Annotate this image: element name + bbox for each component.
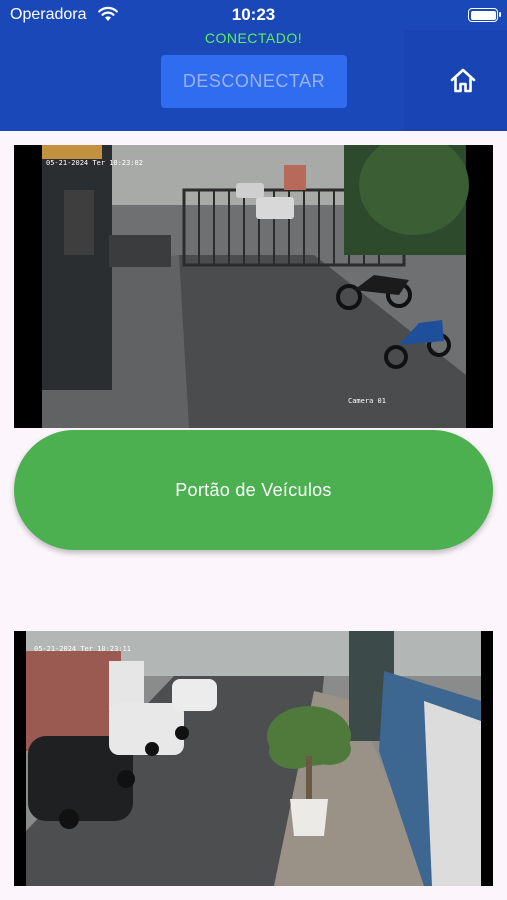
app-header: Operadora 10:23 CONECTADO! DESCONECTAR bbox=[0, 0, 507, 131]
home-icon[interactable] bbox=[448, 66, 478, 96]
status-time: 10:23 bbox=[231, 5, 276, 24]
status-bar: Operadora 10:23 bbox=[0, 0, 507, 30]
camera-1-timestamp: 05-21-2024 Ter 10:23:02 bbox=[46, 159, 143, 167]
vehicle-gate-button[interactable]: Portão de Veículos bbox=[14, 430, 493, 550]
disconnect-button[interactable]: DESCONECTAR bbox=[161, 55, 347, 108]
camera-feed-gate: 05-21-2024 Ter 10:23:02 Camera 01 bbox=[14, 145, 493, 428]
camera-1-label: Camera 01 bbox=[348, 397, 386, 405]
camera-2-timestamp: 05-21-2024 Ter 10:23:11 bbox=[34, 645, 131, 653]
battery-icon bbox=[468, 8, 501, 22]
camera-feed-street: 05-21-2024 Ter 10:23:11 bbox=[14, 631, 493, 886]
